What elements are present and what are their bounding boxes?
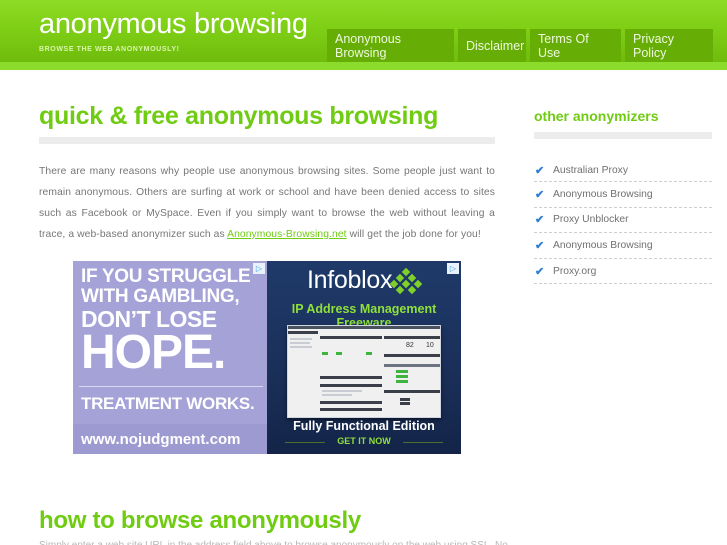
nav-disclaimer[interactable]: Disclaimer — [458, 29, 526, 62]
nav-privacy-policy[interactable]: Privacy Policy — [625, 29, 713, 62]
nav-terms-of-use[interactable]: Terms Of Use — [530, 29, 621, 62]
site-title[interactable]: anonymous browsing — [39, 8, 308, 41]
ad-divider — [79, 386, 263, 387]
section-heading: how to browse anonymously — [39, 507, 361, 534]
section-paragraph: Simply enter a web site URL in the addre… — [39, 540, 508, 545]
sidebar-title: other anonymizers — [534, 108, 659, 124]
heading-divider — [39, 137, 495, 144]
checkmark-icon: ✔ — [535, 239, 545, 252]
header-strip — [0, 62, 727, 70]
checkmark-icon: ✔ — [535, 265, 545, 278]
checkmark-icon: ✔ — [535, 164, 545, 177]
site-header: anonymous browsing BROWSE THE WEB ANONYM… — [0, 0, 727, 62]
intro-text-end: will get the job done for you! — [346, 229, 481, 240]
adchoices-icon[interactable]: ▷ — [253, 263, 265, 274]
ad-gambling[interactable]: ▷ IF YOU STRUGGLE WITH GAMBLING, DON’T L… — [73, 261, 267, 454]
ad-line: IF YOU STRUGGLE — [81, 266, 251, 287]
ad-edition: Fully Functional Edition — [293, 419, 435, 433]
sidebar-item-label: Anonymous Browsing — [553, 188, 653, 200]
site-tagline: BROWSE THE WEB ANONYMOUSLY! — [39, 46, 180, 53]
main-nav: Anonymous Browsing Disclaimer Terms Of U… — [327, 29, 713, 62]
screenshot-value: 10 — [426, 342, 434, 349]
main-content: quick & free anonymous browsing There ar… — [39, 100, 495, 245]
sidebar-item-australian-proxy[interactable]: ✔ Australian Proxy — [534, 159, 712, 182]
checkmark-icon: ✔ — [535, 214, 545, 227]
sidebar-item-label: Australian Proxy — [553, 164, 628, 176]
sidebar-divider — [534, 132, 712, 139]
infoblox-logo-icon — [389, 267, 423, 295]
anonymizer-list: ✔ Australian Proxy ✔ Anonymous Browsing … — [534, 159, 712, 285]
sidebar: other anonymizers ✔ Australian Proxy ✔ A… — [534, 108, 712, 285]
sidebar-item-proxy-unblocker[interactable]: ✔ Proxy Unblocker — [534, 208, 712, 234]
screenshot-value: 82 — [406, 342, 414, 349]
sidebar-item-label: Proxy.org — [553, 265, 597, 277]
adchoices-icon[interactable]: ▷ — [447, 263, 459, 274]
nav-anonymous-browsing[interactable]: Anonymous Browsing — [327, 29, 454, 62]
anonymous-browsing-link[interactable]: Anonymous-Browsing.net — [227, 229, 347, 240]
sidebar-item-label: Proxy Unblocker — [553, 214, 629, 226]
sidebar-item-anonymous-browsing-2[interactable]: ✔ Anonymous Browsing — [534, 233, 712, 259]
ad-cta[interactable]: GET IT NOW — [267, 436, 461, 446]
ad-line: HOPE. — [81, 326, 226, 379]
page-heading: quick & free anonymous browsing — [39, 102, 439, 130]
ad-line: TREATMENT WORKS. — [81, 394, 255, 413]
sidebar-item-label: Anonymous Browsing — [553, 239, 653, 251]
product-screenshot: 82 10 — [287, 325, 441, 418]
sidebar-item-proxy-org[interactable]: ✔ Proxy.org — [534, 259, 712, 285]
ad-url: www.nojudgment.com — [81, 431, 241, 448]
sidebar-item-anonymous-browsing[interactable]: ✔ Anonymous Browsing — [534, 182, 712, 208]
ad-infoblox[interactable]: ▷ Infoblox IP Address Management Freewar… — [267, 261, 461, 454]
intro-paragraph: There are many reasons why people use an… — [39, 161, 495, 245]
ad-line: WITH GAMBLING, — [81, 286, 240, 307]
checkmark-icon: ✔ — [535, 188, 545, 201]
infoblox-logo-text: Infoblox — [307, 266, 393, 294]
